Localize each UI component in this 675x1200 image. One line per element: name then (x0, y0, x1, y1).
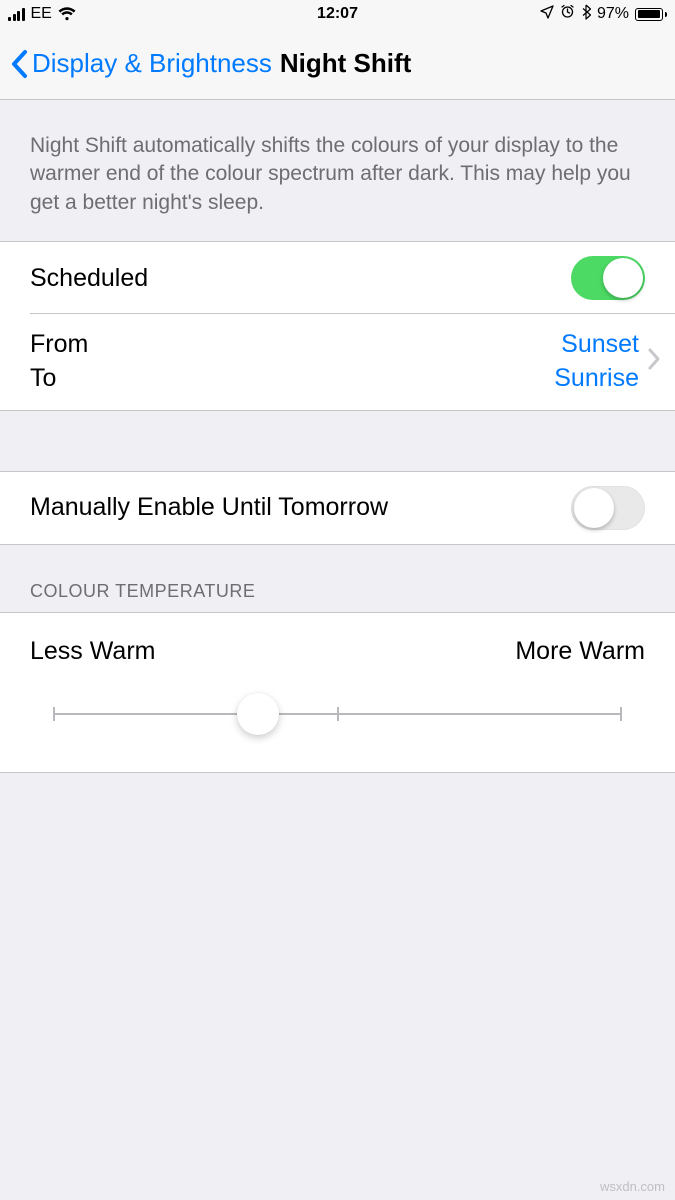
wifi-icon (58, 7, 76, 21)
alarm-icon (560, 4, 575, 24)
scheduled-group: Scheduled From To Sunset Sunrise (0, 241, 675, 411)
chevron-left-icon (10, 49, 28, 79)
manual-group: Manually Enable Until Tomorrow (0, 471, 675, 545)
colour-temperature-header: COLOUR TEMPERATURE (0, 545, 675, 612)
from-label: From (30, 328, 554, 362)
colour-temperature-section: Less Warm More Warm (0, 612, 675, 773)
carrier-label: EE (31, 5, 52, 23)
from-value: Sunset (554, 328, 639, 362)
scheduled-label: Scheduled (30, 264, 571, 293)
night-shift-description: Night Shift automatically shifts the col… (0, 100, 675, 241)
colour-temperature-slider[interactable] (54, 696, 621, 732)
back-button[interactable]: Display & Brightness (10, 48, 272, 79)
status-bar: EE 12:07 97% (0, 0, 675, 28)
slider-tick-mid (337, 707, 339, 721)
status-left: EE (8, 5, 76, 23)
less-warm-label: Less Warm (30, 637, 155, 666)
schedule-time-labels: From To (30, 328, 554, 396)
schedule-time-row[interactable]: From To Sunset Sunrise (0, 314, 675, 410)
page-title: Night Shift (280, 48, 411, 79)
nav-header: Display & Brightness Night Shift (0, 28, 675, 100)
manual-enable-label: Manually Enable Until Tomorrow (30, 493, 571, 522)
to-value: Sunrise (554, 362, 639, 396)
to-label: To (30, 362, 554, 396)
location-icon (540, 5, 554, 24)
scheduled-toggle[interactable] (571, 256, 645, 300)
status-time: 12:07 (317, 5, 358, 23)
chevron-right-icon (647, 347, 661, 376)
back-label: Display & Brightness (32, 48, 272, 79)
slider-thumb[interactable] (237, 693, 279, 735)
battery-percent: 97% (597, 5, 629, 23)
status-right: 97% (540, 4, 667, 25)
schedule-time-values: Sunset Sunrise (554, 328, 639, 396)
watermark: wsxdn.com (600, 1179, 665, 1194)
battery-icon (635, 8, 667, 21)
scheduled-row: Scheduled (0, 242, 675, 314)
slider-tick-min (53, 707, 55, 721)
bluetooth-icon (581, 4, 591, 25)
manual-enable-row: Manually Enable Until Tomorrow (0, 472, 675, 544)
more-warm-label: More Warm (515, 637, 645, 666)
slider-labels: Less Warm More Warm (30, 637, 645, 666)
manual-enable-toggle[interactable] (571, 486, 645, 530)
slider-tick-max (620, 707, 622, 721)
cellular-signal-icon (8, 7, 25, 21)
spacer (0, 411, 675, 471)
